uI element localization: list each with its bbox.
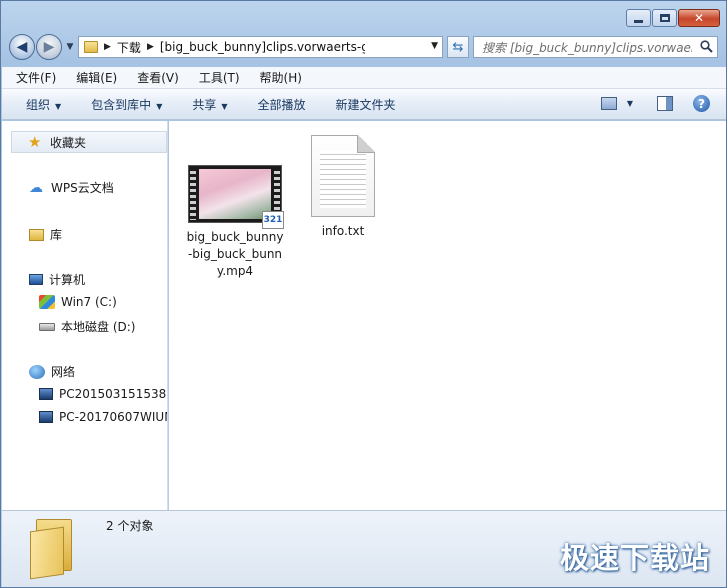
menu-tools[interactable]: 工具(T) [199, 69, 240, 86]
sidebar-item-network-pc[interactable]: PC201503151538 [39, 387, 166, 401]
file-item-text[interactable]: info.txt [309, 135, 377, 240]
video-file-icon: 321 [188, 165, 284, 229]
preview-pane-icon[interactable] [657, 96, 673, 111]
details-pane: 2 个对象 极速下载站 [2, 510, 726, 587]
address-dropdown-icon[interactable]: ▼ [431, 41, 438, 51]
play-all-button[interactable]: 全部播放 [258, 96, 306, 113]
sidebar-item-libraries[interactable]: 库 [29, 226, 62, 243]
sidebar-item-label: 网络 [51, 365, 76, 379]
text-page [311, 135, 375, 217]
text-file-icon [311, 135, 375, 217]
refresh-button[interactable]: ⇆ [447, 36, 469, 58]
navigation-pane: ★ 收藏夹 ☁ WPS云文档 库 计算机 Win7 (C:) 本地磁盘 (D:)… [2, 121, 168, 510]
caption-buttons: ✕ [626, 9, 720, 27]
sidebar-item-network-pc[interactable]: PC-20170607WIUN [39, 410, 168, 424]
hard-drive-icon [39, 322, 55, 331]
recent-pages-dropdown[interactable]: ▼ [64, 42, 76, 52]
network-computer-icon [39, 411, 53, 423]
maximize-button[interactable] [652, 9, 677, 27]
sidebar-item-label: Win7 (C:) [61, 295, 117, 309]
close-button[interactable]: ✕ [678, 9, 720, 27]
close-icon: ✕ [693, 11, 705, 25]
file-name-line: y.mp4 [216, 264, 254, 278]
command-bar: 组织 ▼ 包含到库中 ▼ 共享 ▼ 全部播放 新建文件夹 ▼ ? [2, 89, 726, 120]
search-input[interactable]: 搜索 [big_buck_bunny]clips.vorwaert... [473, 36, 718, 58]
menu-edit[interactable]: 编辑(E) [76, 69, 117, 86]
explorer-window: ✕ ◀ ▶ ▼ ▶ 下载 ▶ [big_buck_bunny]clips.vor… [0, 0, 727, 588]
search-placeholder: 搜索 [big_buck_bunny]clips.vorwaert... [482, 40, 692, 55]
new-folder-label: 新建文件夹 [335, 97, 396, 112]
navigation-bar: ◀ ▶ ▼ ▶ 下载 ▶ [big_buck_bunny]clips.vorwa… [9, 34, 718, 60]
organize-button[interactable]: 组织 ▼ [26, 96, 61, 113]
sidebar-item-label: WPS云文档 [51, 181, 114, 195]
cloud-icon: ☁ [29, 179, 43, 196]
menu-file[interactable]: 文件(F) [16, 69, 56, 86]
sidebar-item-computer[interactable]: 计算机 [29, 271, 85, 288]
network-computer-icon [39, 388, 53, 400]
sidebar-item-wps-cloud[interactable]: ☁ WPS云文档 [29, 179, 114, 196]
file-name-line: info.txt [321, 224, 365, 238]
file-item-video[interactable]: 321 big_buck_bunny -big_buck_bunn y.mp4 [183, 165, 287, 280]
sidebar-item-label: 计算机 [49, 273, 86, 287]
file-name-line: -big_buck_bunn [187, 247, 283, 261]
include-library-label: 包含到库中 [91, 97, 152, 112]
menu-bar: 文件(F) 编辑(E) 查看(V) 工具(T) 帮助(H) [2, 67, 726, 89]
sidebar-item-favorites[interactable]: ★ 收藏夹 [11, 131, 167, 153]
refresh-icon: ⇆ [452, 39, 464, 55]
film-strip-icon [190, 168, 196, 220]
media-player-badge-icon: 321 [262, 211, 284, 229]
maximize-icon [659, 14, 670, 22]
video-frame [199, 169, 271, 219]
folder-front [30, 526, 64, 580]
folder-icon [30, 519, 74, 580]
sidebar-item-label: 库 [50, 228, 63, 242]
breadcrumb-item[interactable]: [big_buck_bunny]clips.vorwaerts-g... [160, 40, 365, 54]
view-controls: ▼ ? [600, 95, 710, 112]
network-icon [29, 364, 45, 379]
breadcrumb-item[interactable]: 下载 [117, 39, 141, 56]
star-icon: ★ [28, 133, 42, 151]
minimize-button[interactable] [626, 9, 651, 27]
item-count: 2 个对象 [106, 519, 154, 533]
menu-view[interactable]: 查看(V) [137, 69, 179, 86]
share-button[interactable]: 共享 ▼ [192, 96, 227, 113]
sidebar-item-drive-d[interactable]: 本地磁盘 (D:) [39, 318, 135, 335]
include-in-library-button[interactable]: 包含到库中 ▼ [91, 96, 162, 113]
system-drive-icon [39, 295, 55, 309]
chevron-down-icon: ▼ [55, 101, 62, 111]
sidebar-item-label: 本地磁盘 (D:) [61, 320, 136, 334]
share-label: 共享 [192, 97, 217, 112]
file-list: 321 big_buck_bunny -big_buck_bunn y.mp4 … [169, 121, 726, 510]
computer-icon [29, 274, 43, 285]
file-name-line: big_buck_bunny [186, 230, 284, 244]
page-fold [357, 135, 375, 153]
folder-icon [84, 41, 98, 53]
sidebar-item-label: PC-20170607WIUN [59, 410, 168, 424]
breadcrumb-separator-icon[interactable]: ▶ [147, 42, 154, 52]
view-options-dropdown-icon[interactable]: ▼ [627, 99, 633, 108]
menu-help[interactable]: 帮助(H) [260, 69, 302, 86]
new-folder-button[interactable]: 新建文件夹 [336, 96, 396, 113]
change-view-icon[interactable] [600, 97, 617, 110]
text-lines [320, 150, 366, 208]
back-arrow-icon: ◀ [16, 39, 28, 55]
search-icon[interactable] [700, 40, 713, 53]
sidebar-item-label: 收藏夹 [50, 135, 87, 150]
forward-button[interactable]: ▶ [36, 34, 62, 60]
sidebar-item-network[interactable]: 网络 [29, 363, 75, 380]
chevron-down-icon: ▼ [156, 101, 163, 111]
play-all-label: 全部播放 [257, 97, 306, 112]
back-button[interactable]: ◀ [9, 34, 35, 60]
organize-label: 组织 [26, 97, 51, 112]
sidebar-item-drive-c[interactable]: Win7 (C:) [39, 295, 117, 309]
sidebar-item-label: PC201503151538 [59, 387, 167, 401]
forward-arrow-icon: ▶ [43, 39, 55, 55]
breadcrumb-separator-icon[interactable]: ▶ [104, 42, 111, 52]
site-watermark: 极速下载站 [559, 541, 710, 575]
minimize-icon [634, 19, 643, 23]
address-bar[interactable]: ▶ 下载 ▶ [big_buck_bunny]clips.vorwaerts-g… [78, 36, 443, 58]
help-icon[interactable]: ? [693, 95, 710, 112]
chevron-down-icon: ▼ [221, 101, 228, 111]
library-icon [29, 228, 44, 241]
